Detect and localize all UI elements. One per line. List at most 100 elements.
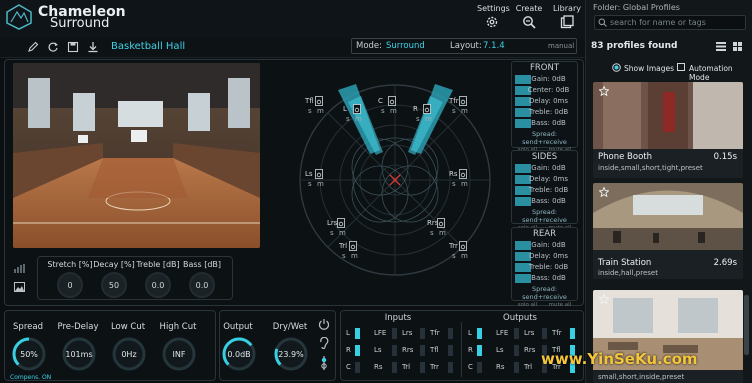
folder-label[interactable]: Folder: Global Profiles bbox=[593, 3, 680, 12]
mute-toggle[interactable]: m bbox=[390, 107, 397, 115]
outputs-channel-meter[interactable] bbox=[514, 362, 519, 373]
rear-param-row[interactable]: Gain: 0dB bbox=[512, 241, 577, 250]
inputs-channel-meter[interactable] bbox=[448, 362, 453, 373]
speaker-icon[interactable] bbox=[459, 96, 467, 106]
profile-card[interactable]: Phone Booth 0.15s inside,small,short,tig… bbox=[593, 82, 743, 178]
show-images-label[interactable]: Show Images bbox=[624, 64, 674, 73]
mute-toggle[interactable]: m bbox=[339, 229, 346, 237]
automation-mode-checkbox[interactable] bbox=[677, 63, 685, 71]
download-icon[interactable] bbox=[87, 41, 99, 53]
solo-toggle[interactable]: s bbox=[308, 180, 312, 188]
mode-layout-box[interactable]: Mode: Surround Layout: 7.1.4 manual bbox=[351, 38, 577, 54]
inputs-channel-meter[interactable] bbox=[355, 345, 360, 356]
solo-toggle[interactable]: s bbox=[416, 115, 420, 123]
search-input[interactable]: search for name or tags bbox=[594, 15, 746, 30]
sides-param-row[interactable]: Gain: 0dB bbox=[512, 164, 577, 173]
speaker-icon[interactable] bbox=[349, 241, 357, 251]
rear-mute-all[interactable]: mute all bbox=[549, 302, 572, 308]
reload-icon[interactable] bbox=[47, 41, 59, 53]
solo-toggle[interactable]: s bbox=[452, 180, 456, 188]
rear-spread[interactable]: Spread: send+receive bbox=[512, 285, 577, 301]
inputs-channel-meter[interactable] bbox=[355, 362, 360, 373]
outputs-channel-meter[interactable] bbox=[477, 328, 482, 339]
front-param-row[interactable]: Center: 0dB bbox=[512, 86, 577, 95]
settings-label[interactable]: Settings bbox=[477, 4, 510, 13]
sides-spread[interactable]: Spread: send+receive bbox=[512, 208, 577, 224]
inputs-channel-meter[interactable] bbox=[420, 328, 425, 339]
front-param-row[interactable]: Delay: 0ms bbox=[512, 97, 577, 106]
solo-toggle[interactable]: s bbox=[381, 107, 385, 115]
automation-mode-label[interactable]: Automation Mode bbox=[689, 64, 752, 82]
outputs-channel-meter[interactable] bbox=[542, 328, 547, 339]
mute-toggle[interactable]: m bbox=[355, 115, 362, 123]
outputs-channel-meter[interactable] bbox=[514, 345, 519, 356]
star-icon[interactable] bbox=[599, 294, 609, 304]
outputs-channel-meter[interactable] bbox=[477, 362, 482, 373]
sides-param-row[interactable]: Treble: 0dB bbox=[512, 186, 577, 195]
save-icon[interactable] bbox=[67, 41, 79, 53]
front-param-row[interactable]: Treble: 0dB bbox=[512, 108, 577, 117]
preset-name[interactable]: Basketball Hall bbox=[111, 41, 185, 52]
outputs-channel-meter[interactable] bbox=[514, 328, 519, 339]
rear-solo-all[interactable]: solo all bbox=[518, 302, 537, 308]
inputs-channel-meter[interactable] bbox=[392, 362, 397, 373]
speaker-icon[interactable] bbox=[423, 104, 431, 114]
speaker-icon[interactable] bbox=[353, 104, 361, 114]
outputs-channel-meter[interactable] bbox=[477, 345, 482, 356]
image-icon[interactable] bbox=[14, 282, 25, 292]
speaker-icon[interactable] bbox=[315, 169, 323, 179]
inputs-channel-meter[interactable] bbox=[420, 345, 425, 356]
meter-icon[interactable] bbox=[14, 264, 25, 273]
profile-card[interactable]: small,short,inside,preset bbox=[593, 290, 743, 383]
library-icon[interactable] bbox=[560, 15, 574, 29]
speaker-icon[interactable] bbox=[437, 218, 445, 228]
grid-view-icon[interactable] bbox=[733, 42, 742, 51]
inputs-channel-meter[interactable] bbox=[355, 328, 360, 339]
power-icon[interactable] bbox=[318, 318, 330, 330]
sidebar-scrollbar[interactable] bbox=[744, 295, 749, 355]
star-icon[interactable] bbox=[599, 187, 609, 197]
speaker-icon[interactable] bbox=[337, 218, 345, 228]
solo-toggle[interactable]: s bbox=[452, 107, 456, 115]
show-images-radio[interactable] bbox=[612, 63, 621, 72]
gear-icon[interactable] bbox=[485, 15, 499, 29]
speaker-icon[interactable] bbox=[459, 169, 467, 179]
mode-value[interactable]: Surround bbox=[386, 41, 425, 51]
speaker-icon[interactable] bbox=[388, 96, 396, 106]
inputs-channel-meter[interactable] bbox=[392, 345, 397, 356]
front-spread[interactable]: Spread: send+receive bbox=[512, 130, 577, 146]
mute-toggle[interactable]: m bbox=[317, 180, 324, 188]
create-label[interactable]: Create bbox=[514, 4, 544, 13]
front-param-row[interactable]: Bass: 0dB bbox=[512, 119, 577, 128]
mute-toggle[interactable]: m bbox=[425, 115, 432, 123]
library-label[interactable]: Library bbox=[552, 4, 582, 13]
mute-toggle[interactable]: m bbox=[461, 252, 468, 260]
manual-label[interactable]: manual bbox=[548, 42, 574, 50]
mute-toggle[interactable]: m bbox=[317, 107, 324, 115]
rear-param-row[interactable]: Bass: 0dB bbox=[512, 274, 577, 283]
sides-param-row[interactable]: Bass: 0dB bbox=[512, 197, 577, 206]
solo-toggle[interactable]: s bbox=[342, 252, 346, 260]
layout-value[interactable]: 7.1.4 bbox=[483, 41, 505, 51]
inputs-channel-meter[interactable] bbox=[392, 328, 397, 339]
mute-toggle[interactable]: m bbox=[461, 180, 468, 188]
mute-toggle[interactable]: m bbox=[439, 229, 446, 237]
speaker-icon[interactable] bbox=[459, 241, 467, 251]
create-search-icon[interactable] bbox=[522, 15, 536, 29]
mute-toggle[interactable]: m bbox=[351, 252, 358, 260]
front-param-row[interactable]: Gain: 0dB bbox=[512, 75, 577, 84]
rear-param-row[interactable]: Delay: 0ms bbox=[512, 252, 577, 261]
solo-toggle[interactable]: s bbox=[346, 115, 350, 123]
outputs-channel-meter[interactable] bbox=[570, 328, 575, 339]
slider-icon[interactable] bbox=[320, 355, 328, 371]
speaker-icon[interactable] bbox=[315, 96, 323, 106]
solo-toggle[interactable]: s bbox=[430, 229, 434, 237]
inputs-channel-meter[interactable] bbox=[448, 345, 453, 356]
star-icon[interactable] bbox=[599, 86, 609, 96]
profile-card[interactable]: Train Station 2.69s inside,hall,preset bbox=[593, 183, 743, 279]
inputs-channel-meter[interactable] bbox=[448, 328, 453, 339]
list-view-icon[interactable] bbox=[716, 42, 726, 51]
mute-toggle[interactable]: m bbox=[461, 107, 468, 115]
rear-param-row[interactable]: Treble: 0dB bbox=[512, 263, 577, 272]
inputs-channel-meter[interactable] bbox=[420, 362, 425, 373]
